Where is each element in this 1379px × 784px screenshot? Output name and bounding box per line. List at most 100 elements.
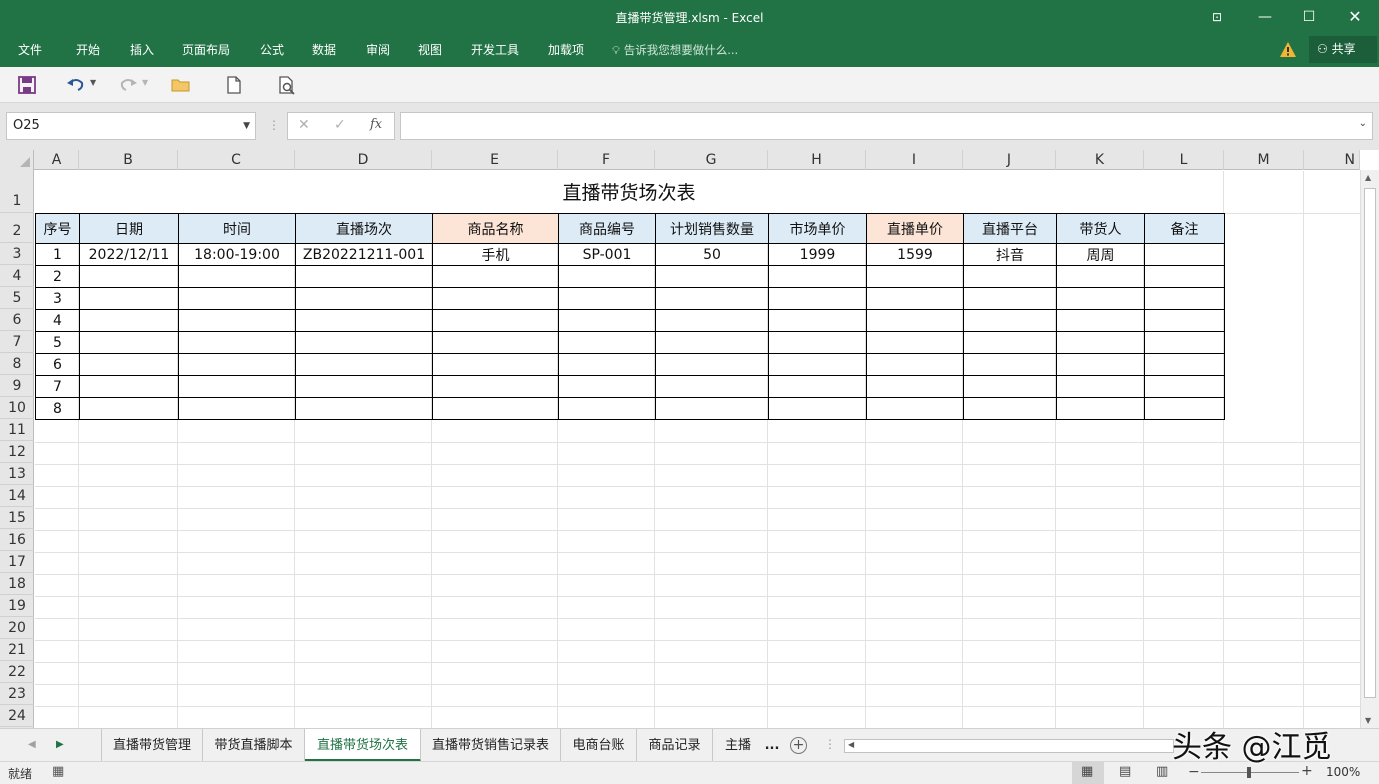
table-cell[interactable]: [963, 287, 1057, 310]
row-header[interactable]: 16: [0, 529, 34, 551]
table-cell[interactable]: [178, 331, 296, 354]
sheet-tab[interactable]: 直播带货管理: [101, 729, 203, 762]
menu-addins[interactable]: 加载项: [548, 39, 584, 61]
table-cell[interactable]: [866, 353, 964, 376]
table-cell[interactable]: [1144, 397, 1225, 420]
table-cell[interactable]: [432, 331, 559, 354]
page-layout-view-icon[interactable]: ▤: [1119, 764, 1131, 779]
table-cell[interactable]: [768, 353, 867, 376]
save-icon[interactable]: [17, 75, 37, 95]
table-cell[interactable]: 2022/12/11: [79, 243, 179, 266]
table-cell[interactable]: [1056, 397, 1145, 420]
tab-scroll-left-icon[interactable]: ◀: [28, 739, 36, 750]
vertical-scrollbar[interactable]: ▲ ▼: [1360, 170, 1379, 728]
table-cell[interactable]: [768, 287, 867, 310]
table-cell[interactable]: [768, 397, 867, 420]
table-cell[interactable]: [1144, 353, 1225, 376]
table-cell[interactable]: 4: [35, 309, 80, 332]
table-cell[interactable]: [963, 397, 1057, 420]
table-cell[interactable]: 3: [35, 287, 80, 310]
zoom-out-button[interactable]: −: [1188, 764, 1200, 780]
table-cell[interactable]: [178, 309, 296, 332]
table-cell[interactable]: [866, 265, 964, 288]
header-cell[interactable]: 市场单价: [768, 213, 867, 244]
table-cell[interactable]: [768, 375, 867, 398]
table-cell[interactable]: 手机: [432, 243, 559, 266]
tab-split-grip-icon[interactable]: ⋮: [824, 737, 836, 751]
table-cell[interactable]: [295, 375, 433, 398]
formula-bar-grip-icon[interactable]: ⋮: [268, 118, 280, 132]
cancel-entry-icon[interactable]: ✕: [298, 117, 310, 133]
row-header[interactable]: 4: [0, 265, 34, 287]
menu-file[interactable]: 文件: [18, 39, 42, 61]
table-cell[interactable]: [655, 353, 769, 376]
header-cell[interactable]: 直播平台: [963, 213, 1057, 244]
scroll-up-icon[interactable]: ▲: [1365, 173, 1371, 182]
column-header-f[interactable]: F: [558, 150, 655, 170]
cell-area[interactable]: 直播带货场次表 序号 日期 时间 直播场次 商品名称 商品编号 计划销售数量 市…: [35, 171, 1360, 728]
sheet-tab-active[interactable]: 直播带货场次表: [305, 729, 421, 762]
column-header-d[interactable]: D: [295, 150, 432, 170]
table-cell[interactable]: [866, 331, 964, 354]
maximize-button[interactable]: ☐: [1294, 6, 1324, 28]
table-cell[interactable]: [655, 287, 769, 310]
scroll-down-icon[interactable]: ▼: [1365, 716, 1371, 725]
table-cell[interactable]: [295, 287, 433, 310]
column-header-b[interactable]: B: [79, 150, 178, 170]
table-cell[interactable]: [79, 375, 179, 398]
table-cell[interactable]: [178, 375, 296, 398]
table-cell[interactable]: [79, 287, 179, 310]
ribbon-display-options-icon[interactable]: ⊡: [1202, 6, 1232, 28]
header-cell[interactable]: 时间: [178, 213, 296, 244]
menu-review[interactable]: 审阅: [366, 39, 390, 61]
zoom-level[interactable]: 100%: [1326, 765, 1360, 779]
tab-scroll-right-icon[interactable]: ▶: [56, 739, 64, 750]
redo-dropdown-icon[interactable]: ▼: [142, 78, 148, 87]
row-header[interactable]: 19: [0, 595, 34, 617]
table-cell[interactable]: [866, 375, 964, 398]
tell-me-box[interactable]: 💡︎ 告诉我您想要做什么...: [612, 39, 738, 61]
row-header[interactable]: 12: [0, 441, 34, 463]
normal-view-button[interactable]: ▦: [1072, 762, 1104, 784]
table-cell[interactable]: [79, 353, 179, 376]
table-cell[interactable]: [866, 397, 964, 420]
table-cell[interactable]: [295, 331, 433, 354]
row-header[interactable]: 5: [0, 287, 34, 309]
column-header-j[interactable]: J: [963, 150, 1056, 170]
column-header-a[interactable]: A: [35, 150, 79, 170]
row-header[interactable]: 1: [0, 170, 34, 213]
table-cell[interactable]: 6: [35, 353, 80, 376]
table-cell[interactable]: [432, 287, 559, 310]
name-box[interactable]: O25 ▼: [6, 112, 256, 140]
table-cell[interactable]: [432, 265, 559, 288]
formula-input[interactable]: ⌄: [400, 112, 1373, 140]
row-header[interactable]: 13: [0, 463, 34, 485]
table-cell[interactable]: [558, 375, 656, 398]
menu-insert[interactable]: 插入: [130, 39, 154, 61]
table-cell[interactable]: 18:00-19:00: [178, 243, 296, 266]
row-header[interactable]: 17: [0, 551, 34, 573]
add-sheet-icon[interactable]: +: [790, 737, 807, 754]
table-cell[interactable]: [655, 309, 769, 332]
table-cell[interactable]: 抖音: [963, 243, 1057, 266]
table-cell[interactable]: [178, 287, 296, 310]
select-all-button[interactable]: [0, 150, 34, 170]
row-header[interactable]: 15: [0, 507, 34, 529]
column-header-h[interactable]: H: [768, 150, 866, 170]
row-header[interactable]: 22: [0, 661, 34, 683]
table-cell[interactable]: [432, 353, 559, 376]
minimize-button[interactable]: —: [1250, 6, 1280, 28]
menu-page-layout[interactable]: 页面布局: [182, 39, 230, 61]
table-cell[interactable]: [768, 331, 867, 354]
table-cell[interactable]: [1056, 353, 1145, 376]
row-header[interactable]: 24: [0, 705, 34, 727]
name-box-dropdown-icon[interactable]: ▼: [243, 113, 250, 139]
more-sheets-button[interactable]: ...: [763, 729, 781, 762]
zoom-slider-thumb[interactable]: [1247, 767, 1251, 778]
warning-icon[interactable]: [1279, 41, 1297, 59]
table-cell[interactable]: [178, 265, 296, 288]
sheet-tab[interactable]: 主播: [713, 729, 763, 762]
table-cell[interactable]: [558, 353, 656, 376]
table-cell[interactable]: [963, 309, 1057, 332]
row-header[interactable]: 7: [0, 331, 34, 353]
